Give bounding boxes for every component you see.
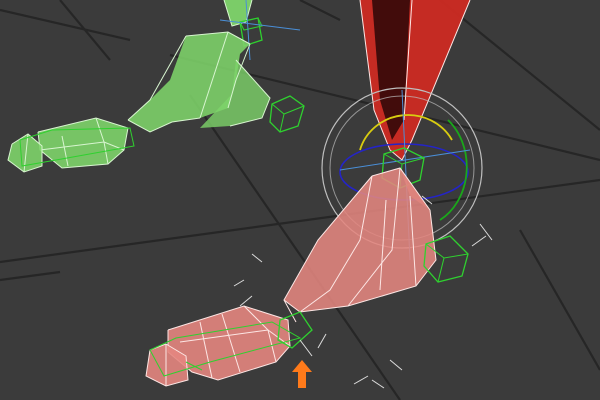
viewport-scene[interactable] [0, 0, 600, 400]
right-thigh-bone[interactable] [359, 0, 471, 161]
left-shin-bone[interactable] [127, 31, 271, 133]
left-ankle-control[interactable] [269, 95, 305, 133]
3d-viewport[interactable] [0, 0, 600, 400]
left-toe-bone[interactable] [7, 133, 43, 173]
right-shin-bone[interactable] [283, 167, 437, 323]
gizmo-z-ring[interactable] [439, 119, 468, 221]
arrow-up-icon [292, 360, 312, 388]
left-leg-rig[interactable] [7, 0, 305, 173]
